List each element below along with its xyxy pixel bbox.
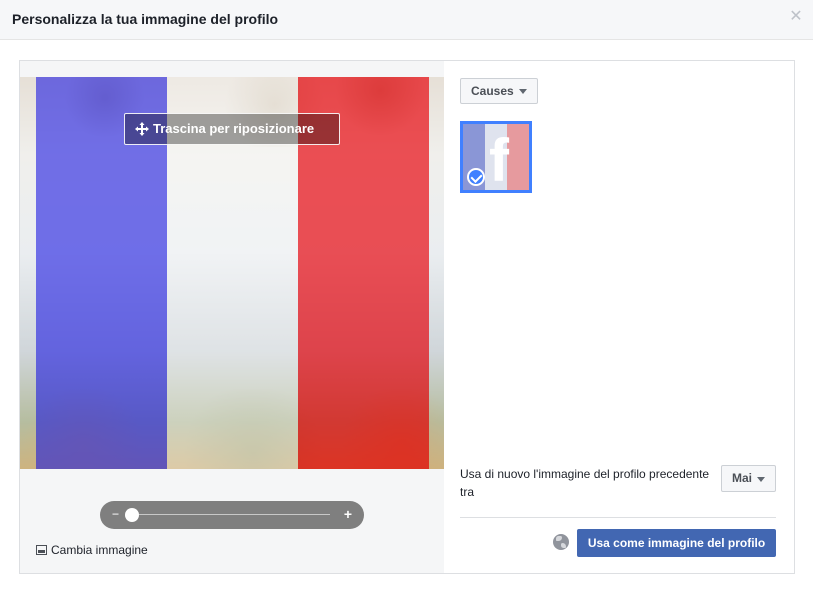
category-dropdown[interactable]: Causes <box>460 78 538 104</box>
revert-timer-dropdown[interactable]: Mai <box>721 465 776 492</box>
photo-editor: Trascina per riposizionare − + Cambia im… <box>20 61 444 573</box>
dialog-header: Personalizza la tua immagine del profilo… <box>0 0 813 40</box>
zoom-handle[interactable] <box>125 508 139 522</box>
zoom-in-icon[interactable]: + <box>342 506 354 522</box>
profile-photo-preview[interactable]: Trascina per riposizionare <box>20 77 444 469</box>
revert-timer-value: Mai <box>732 471 753 485</box>
dialog-body: Trascina per riposizionare − + Cambia im… <box>19 60 795 574</box>
move-icon <box>135 122 149 136</box>
close-icon[interactable]: ✕ <box>789 9 803 25</box>
chevron-down-icon <box>519 89 527 94</box>
frame-option-selected[interactable]: f <box>460 121 532 193</box>
use-as-profile-picture-button[interactable]: Usa come immagine del profilo <box>577 529 776 557</box>
chevron-down-icon <box>757 477 765 482</box>
photo-overflow-left <box>20 77 36 469</box>
category-label: Causes <box>471 84 514 98</box>
footer-divider <box>460 517 776 518</box>
checkmark-icon <box>467 168 485 186</box>
facebook-logo-icon: f <box>489 127 509 193</box>
zoom-out-icon[interactable]: − <box>112 507 122 521</box>
photo-overflow-right <box>429 77 444 469</box>
zoom-slider[interactable]: − + <box>100 501 364 529</box>
picture-icon <box>36 545 47 555</box>
zoom-track[interactable] <box>132 514 330 515</box>
change-image-label: Cambia immagine <box>51 543 148 557</box>
dialog-title: Personalizza la tua immagine del profilo <box>12 11 279 27</box>
frame-picker: Causes f Usa di nuovo l'immagine del pro… <box>444 61 794 573</box>
drag-label: Trascina per riposizionare <box>153 121 315 136</box>
change-image-link[interactable]: Cambia immagine <box>36 543 148 557</box>
drag-to-reposition-button[interactable]: Trascina per riposizionare <box>124 113 340 145</box>
profile-picture-dialog: Personalizza la tua immagine del profilo… <box>0 0 813 592</box>
revert-timer-label: Usa di nuovo l'immagine del profilo prec… <box>460 467 710 499</box>
globe-icon[interactable] <box>553 534 569 550</box>
